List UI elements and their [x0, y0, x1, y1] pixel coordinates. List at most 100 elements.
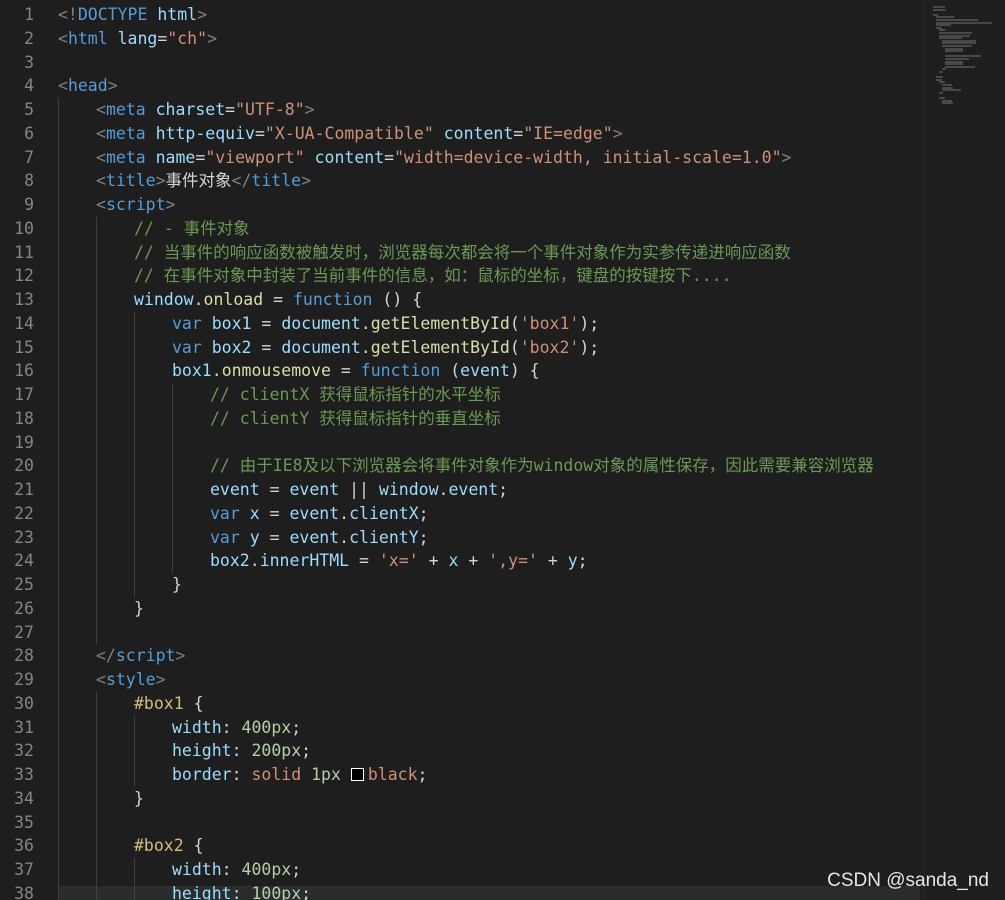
code-line[interactable]: <html lang="ch"> [58, 27, 920, 51]
code-token: meta [105, 147, 146, 167]
code-token: > [781, 147, 792, 167]
code-line[interactable]: var x = event.clientX; [58, 501, 920, 526]
indent-guide [134, 430, 135, 455]
line-number: 19 [14, 432, 34, 452]
indent-guide [172, 454, 173, 478]
code-line[interactable]: <meta name="viewport" content="width=dev… [58, 145, 920, 170]
code-line[interactable]: width: 400px; [58, 858, 920, 882]
color-swatch[interactable] [350, 768, 364, 781]
code-line[interactable]: // clientY 获得鼠标指针的垂直坐标 [58, 406, 920, 431]
line-number: 5 [24, 100, 34, 119]
minimap[interactable] [924, 0, 1005, 900]
code-token: // 当事件的响应函数被触发时，浏览器每次都会将一个事件对象作为实参传递进响应函… [134, 242, 791, 262]
code-line[interactable]: <meta http-equiv="X-UA-Compatible" conte… [58, 121, 920, 146]
code-line[interactable]: <style> [58, 668, 920, 692]
code-line[interactable]: </script> [58, 644, 920, 668]
code-line[interactable] [58, 430, 920, 455]
indent-guide [58, 549, 59, 573]
code-editor[interactable]: 1 2 3 4 5 6 7 8 9 10 11 12 13 14 15 16 17 18 19 20 21 22 23 24 2… [0, 0, 1005, 900]
line-number: 6 [24, 123, 34, 143]
code-line[interactable]: var box1 = document.getElementById('box1… [58, 311, 920, 336]
indent-guide [96, 786, 97, 811]
code-token: #box2 [134, 836, 184, 856]
line-number: 2 [24, 28, 34, 48]
code-token: > [612, 123, 623, 143]
code-token: event [289, 480, 340, 499]
indent-guide [96, 335, 97, 360]
code-token: x [448, 551, 459, 571]
code-line[interactable]: <title>事件对象</title> [58, 169, 920, 193]
indent-guide [96, 810, 97, 835]
indent-guide [58, 406, 59, 431]
minimap-line [942, 102, 954, 105]
code-token: event [448, 480, 499, 499]
code-line[interactable]: box1.onmousemove = function (event) { [58, 359, 920, 383]
code-line[interactable]: var y = event.clientY; [58, 525, 920, 550]
code-line[interactable]: // - 事件对象 [58, 216, 920, 241]
code-token: . [360, 337, 371, 357]
code-line[interactable]: height: 100px; [58, 881, 920, 900]
code-line[interactable]: } [58, 596, 920, 621]
indent-guide [58, 98, 59, 122]
code-line[interactable]: } [58, 573, 920, 597]
indent-guide [58, 763, 59, 787]
code-token: // clientY 获得鼠标指针的垂直坐标 [210, 408, 501, 428]
code-line[interactable]: var box2 = document.getElementById('box2… [58, 335, 920, 360]
code-token: ; [291, 717, 302, 737]
code-line[interactable]: box2.innerHTML = 'x=' + x + ',y=' + y; [58, 549, 920, 573]
code-token: <! [58, 5, 78, 24]
code-line[interactable] [58, 51, 920, 75]
code-token: < [96, 123, 106, 143]
code-token: script [115, 646, 176, 666]
code-token: 100px [251, 883, 302, 900]
code-token: > [175, 646, 186, 666]
code-line[interactable]: #box1 { [58, 691, 920, 716]
line-number: 36 [14, 836, 34, 856]
code-token: getElementById [370, 337, 510, 357]
code-token: > [304, 100, 315, 119]
code-token: 事件对象 [165, 171, 232, 191]
minimap-line [945, 50, 963, 53]
code-line[interactable] [58, 620, 920, 645]
code-token: ; [291, 860, 302, 879]
code-token: . [211, 361, 222, 381]
code-line[interactable]: event = event || window.event; [58, 478, 920, 502]
line-number: 30 [14, 693, 34, 713]
code-line[interactable]: #box2 { [58, 834, 920, 858]
code-line[interactable]: // 在事件对象中封装了当前事件的信息，如：鼠标的坐标，键盘的按键按下.... [58, 264, 920, 288]
code-token: + [458, 551, 489, 571]
indent-guide [134, 454, 135, 478]
code-token: = [225, 100, 236, 119]
indent-guide [58, 715, 59, 740]
indent-guide [58, 121, 59, 146]
code-line[interactable]: <head> [58, 74, 920, 98]
indent-guide [96, 739, 97, 763]
code-line[interactable]: window.onload = function () { [58, 288, 920, 312]
code-line[interactable]: } [58, 786, 920, 811]
indent-guide [58, 359, 59, 383]
code-token: = [254, 123, 265, 143]
code-line[interactable]: <!DOCTYPE html> [58, 3, 920, 27]
code-token: x [249, 503, 260, 523]
code-line[interactable]: border: solid 1px black; [58, 763, 920, 787]
code-line[interactable]: width: 400px; [58, 715, 920, 740]
code-line[interactable]: height: 200px; [58, 739, 920, 763]
code-line[interactable]: <meta charset="UTF-8"> [58, 98, 920, 122]
code-area[interactable]: <!DOCTYPE html> <html lang="ch"> <head> <me… [58, 3, 920, 900]
code-token: = [251, 313, 282, 333]
code-token: solid [251, 765, 302, 784]
code-token: ; [577, 551, 588, 571]
indent-guide [58, 311, 59, 336]
code-line[interactable]: // clientX 获得鼠标指针的水平坐标 [58, 383, 920, 407]
code-token: < [58, 28, 68, 48]
code-line[interactable]: // 由于IE8及以下浏览器会将事件对象作为window对象的属性保存，因此需要… [58, 454, 920, 478]
code-line[interactable] [58, 810, 920, 835]
indent-guide [96, 881, 97, 900]
code-line[interactable]: // 当事件的响应函数被触发时，浏览器每次都会将一个事件对象作为实参传递进响应函… [58, 240, 920, 265]
line-number: 21 [14, 480, 34, 499]
code-line[interactable]: <script> [58, 193, 920, 217]
code-token: width [172, 717, 222, 737]
line-number: 15 [14, 337, 34, 357]
